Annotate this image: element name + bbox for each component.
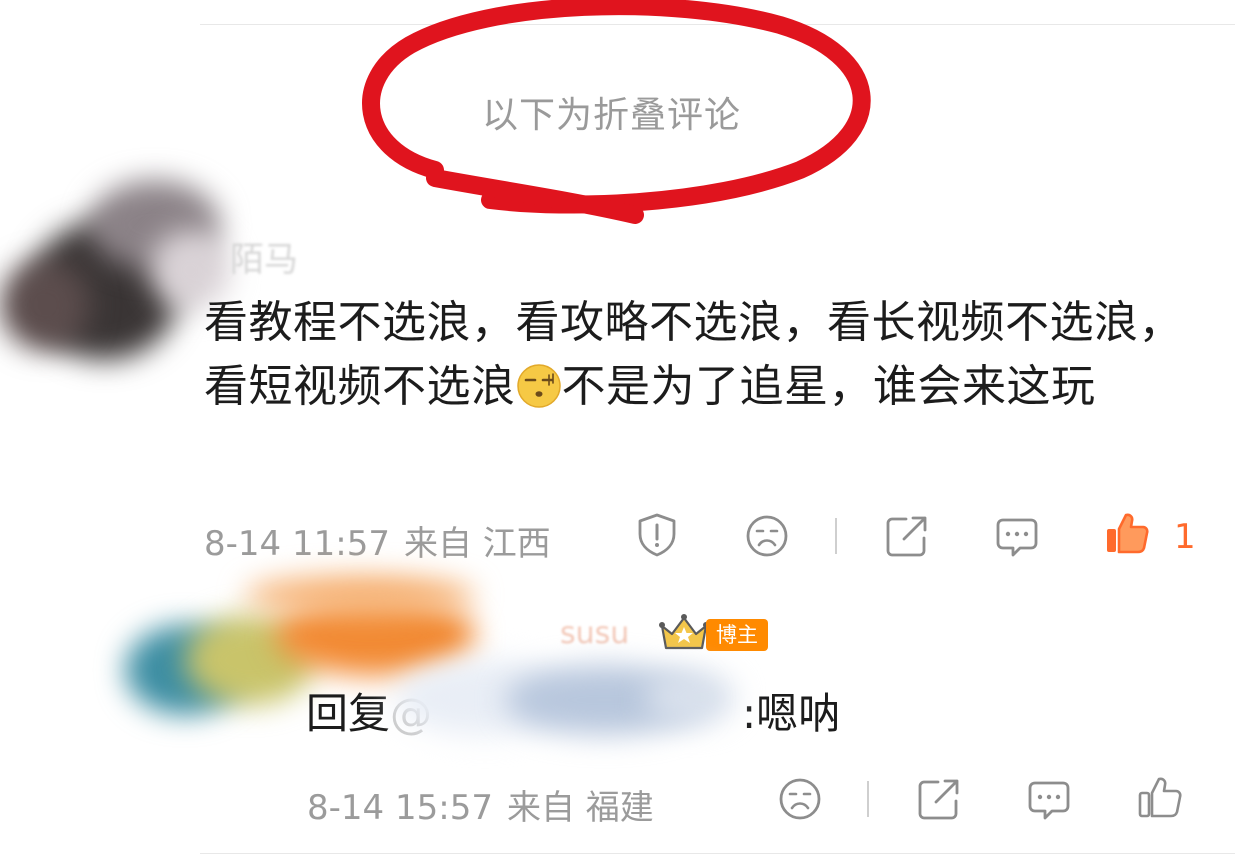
comment-date: 8-14 11:57	[204, 524, 390, 564]
frown-icon[interactable]	[744, 513, 790, 559]
action-separator	[867, 781, 869, 817]
reply-meta: 8-14 15:57 来自 福建	[307, 780, 654, 829]
author-badge: 博主	[706, 619, 768, 651]
comment-icon[interactable]	[1026, 777, 1072, 823]
frown-icon[interactable]	[777, 776, 823, 822]
comment-location: 来自 江西	[403, 524, 551, 564]
share-icon[interactable]	[916, 776, 962, 822]
commenter-name-blurred[interactable]: 陌马	[230, 232, 298, 281]
comment-icon[interactable]	[994, 514, 1040, 560]
comment-meta: 8-14 11:57 来自 江西	[204, 516, 551, 565]
folded-comments-label[interactable]: 以下为折叠评论	[482, 86, 741, 138]
top-divider	[200, 24, 1235, 25]
reply-message: :嗯呐	[742, 689, 841, 738]
thumbs-up-icon[interactable]	[1137, 774, 1183, 820]
reply-prefix: 回复	[306, 689, 391, 738]
action-separator	[835, 518, 837, 554]
comment-text-part2: 不是为了追星，谁会来这玩	[561, 361, 1096, 412]
crown-badge-icon	[659, 614, 709, 650]
bottom-divider	[200, 853, 1235, 854]
share-icon[interactable]	[884, 513, 930, 559]
shield-exclamation-icon[interactable]	[634, 512, 680, 558]
reply-location: 来自 福建	[506, 788, 654, 828]
thumbs-up-icon[interactable]	[1104, 510, 1150, 556]
comment-text: 看教程不选浪，看攻略不选浪，看长视频不选浪，看短视频不选浪 不是为了追星，谁会来…	[204, 291, 1194, 419]
reply-mention-blur	[395, 650, 735, 745]
reply-date: 8-14 15:57	[307, 788, 493, 828]
replier-name-partial[interactable]: susu	[560, 616, 629, 651]
sleepy-face-emoji	[516, 364, 561, 408]
like-count: 1	[1174, 517, 1196, 557]
